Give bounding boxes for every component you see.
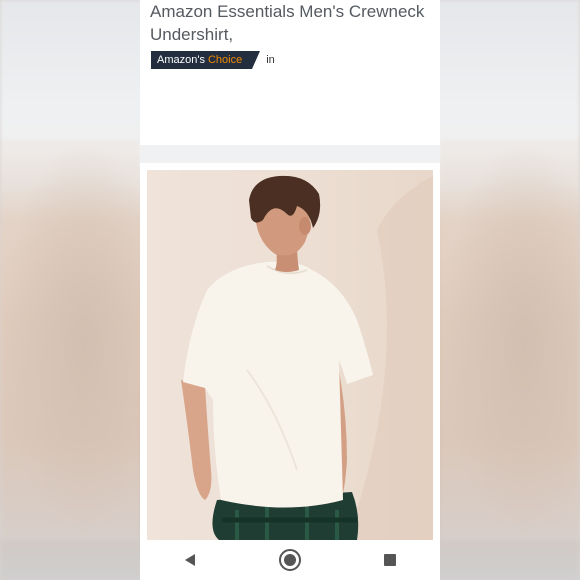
android-navigation-bar: [140, 540, 440, 580]
badge-highlight: Choice: [207, 54, 243, 66]
recents-square-icon: [384, 554, 396, 566]
amazons-choice-row[interactable]: Amazon's Choice in: [151, 50, 275, 70]
phone-screen: Amazon Essentials Men's Crewneck Undersh…: [140, 0, 440, 580]
product-header: Amazon Essentials Men's Crewneck Undersh…: [140, 0, 440, 145]
back-triangle-icon: [185, 554, 195, 566]
product-image[interactable]: [147, 170, 433, 540]
badge-prefix: Amazon's: [157, 54, 205, 66]
home-button[interactable]: [270, 540, 310, 580]
recents-button[interactable]: [370, 540, 410, 580]
product-title: Amazon Essentials Men's Crewneck Undersh…: [150, 0, 435, 46]
product-photo-illustration: [181, 175, 433, 540]
amazons-choice-badge[interactable]: Amazon's Choice: [151, 51, 261, 69]
back-button[interactable]: [170, 540, 210, 580]
product-title-line-1: Amazon Essentials Men's Crewneck: [150, 2, 425, 21]
home-circle-icon: [279, 549, 301, 571]
badge-suffix: in: [266, 54, 275, 66]
product-title-line-2: Undershirt,: [150, 25, 234, 44]
section-divider: [140, 145, 440, 163]
